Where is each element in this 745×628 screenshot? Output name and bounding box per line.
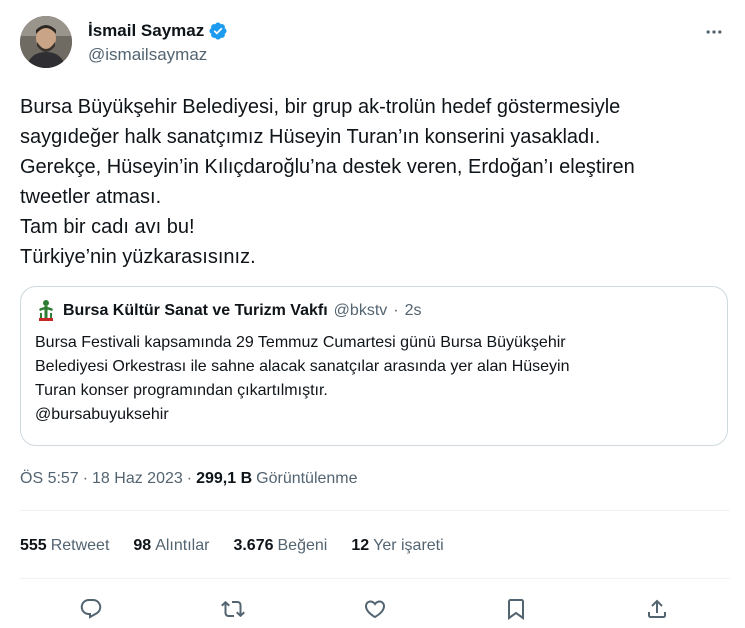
stat-retweets[interactable]: 555 Retweet — [20, 537, 109, 555]
stat-count: 3.676 — [233, 537, 274, 554]
verified-badge-icon[interactable] — [208, 21, 228, 41]
tweet-date[interactable]: 18 Haz 2023 — [92, 470, 183, 488]
tweet-line: tweetler atması. — [20, 186, 162, 208]
stat-quotes[interactable]: 98 Alıntılar — [133, 537, 209, 555]
tweet-text: Bursa Büyükşehir Belediyesi, bir grup ak… — [20, 92, 720, 272]
avatar-photo — [20, 16, 72, 68]
tweet-line: Türkiye’nin yüzkarasısınız. — [20, 246, 256, 268]
stat-count: 12 — [351, 537, 370, 554]
quoted-line: Belediyesi Orkestrası ile sahne alacak s… — [35, 358, 570, 375]
stat-count: 98 — [133, 537, 152, 554]
quoted-line: Turan konser programından çıkartılmıştır… — [35, 382, 328, 399]
meta-dot: · — [186, 470, 193, 487]
action-bar — [0, 592, 745, 626]
quoted-tweet-time[interactable]: 2s — [405, 302, 422, 320]
stat-label: Beğeni — [277, 537, 328, 554]
like-icon[interactable] — [358, 592, 392, 626]
share-icon[interactable] — [640, 592, 674, 626]
author-handle[interactable]: @ismailsaymaz — [88, 45, 228, 65]
tweet-line: saygıdeğer halk sanatçımız Hüseyin Turan… — [20, 126, 601, 148]
quoted-tweet-text: Bursa Festivali kapsamında 29 Temmuz Cum… — [35, 331, 713, 427]
stat-count: 555 — [20, 537, 47, 554]
retweet-icon[interactable] — [216, 592, 250, 626]
divider — [20, 510, 730, 511]
engagement-stats: 555 Retweet 98 Alıntılar 3.676 Beğeni 12… — [20, 537, 468, 555]
tweet-line: Tam bir cadı avı bu! — [20, 216, 195, 238]
quoted-line: Bursa Festivali kapsamında 29 Temmuz Cum… — [35, 334, 566, 351]
stat-label: Alıntılar — [155, 537, 210, 554]
separator-dot: · — [393, 302, 399, 319]
stat-likes[interactable]: 3.676 Beğeni — [233, 537, 327, 555]
avatar[interactable] — [20, 16, 72, 68]
quoted-tweet-header: Bursa Kültür Sanat ve Turizm Vakfı @bkst… — [35, 299, 713, 323]
views-count: 299,1 B — [196, 470, 253, 487]
divider — [20, 578, 730, 579]
author-info: İsmail Saymaz @ismailsaymaz — [88, 20, 228, 65]
reply-icon[interactable] — [74, 592, 108, 626]
foundation-logo-icon — [35, 299, 57, 323]
meta-dot: · — [82, 470, 89, 487]
bookmark-icon[interactable] — [499, 592, 533, 626]
tweet-line: Bursa Büyükşehir Belediyesi, bir grup ak… — [20, 96, 621, 118]
tweet-line: Gerekçe, Hüseyin’in Kılıçdaroğlu’na dest… — [20, 156, 635, 178]
stat-label: Retweet — [50, 537, 110, 554]
stat-label: Yer işareti — [373, 537, 444, 554]
tweet-time[interactable]: ÖS 5:57 — [20, 470, 79, 488]
quoted-mention-link[interactable]: @bursabuyuksehir — [35, 403, 713, 427]
quoted-author-name[interactable]: Bursa Kültür Sanat ve Turizm Vakfı — [63, 302, 328, 320]
quoted-author-handle[interactable]: @bkstv — [334, 302, 388, 320]
author-name[interactable]: İsmail Saymaz — [88, 21, 204, 41]
views-label: Görüntülenme — [256, 470, 358, 487]
more-icon[interactable] — [702, 20, 726, 44]
tweet-header: İsmail Saymaz @ismailsaymaz — [20, 14, 730, 74]
quoted-tweet[interactable]: Bursa Kültür Sanat ve Turizm Vakfı @bkst… — [20, 286, 728, 446]
stat-bookmarks[interactable]: 12 Yer işareti — [351, 537, 443, 555]
name-row: İsmail Saymaz — [88, 20, 228, 42]
tweet-meta: ÖS 5:57 · 18 Haz 2023 · 299,1 B Görüntül… — [20, 470, 358, 488]
